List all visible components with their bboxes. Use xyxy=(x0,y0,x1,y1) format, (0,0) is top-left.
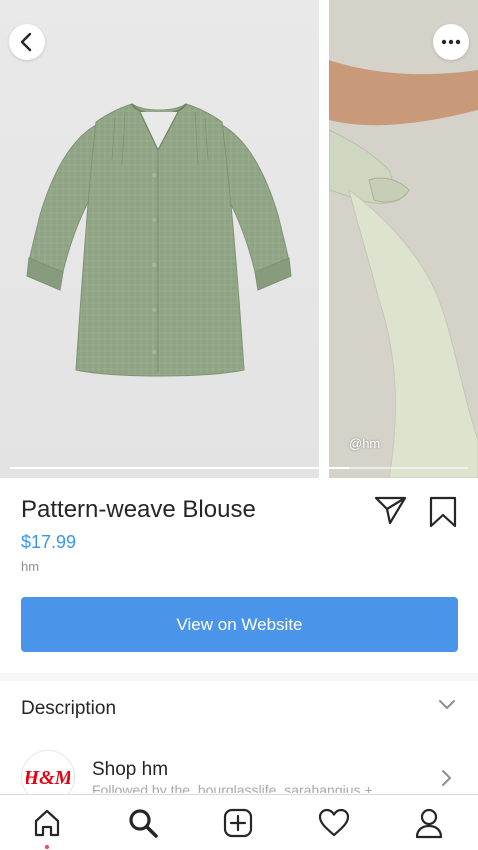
model-detail-illustration xyxy=(329,0,478,478)
product-image-gallery[interactable]: @hm xyxy=(0,0,478,478)
shop-name[interactable]: Shop hm xyxy=(92,759,168,781)
search-icon xyxy=(129,809,158,838)
save-button[interactable] xyxy=(428,496,458,533)
chevron-right-icon xyxy=(442,770,451,786)
back-button[interactable] xyxy=(9,24,45,60)
shop-chevron[interactable] xyxy=(440,769,452,792)
blouse-illustration xyxy=(26,103,292,377)
description-expand-button[interactable] xyxy=(437,698,457,717)
home-active-indicator xyxy=(45,845,49,849)
chevron-down-icon xyxy=(439,700,455,709)
bookmark-icon xyxy=(429,496,457,528)
section-divider xyxy=(0,673,478,681)
heart-icon xyxy=(318,808,350,837)
product-image-detail xyxy=(329,0,478,478)
more-options-button[interactable] xyxy=(433,24,469,60)
tab-profile[interactable] xyxy=(411,805,447,841)
merchant-name[interactable]: hm xyxy=(21,559,39,574)
chevron-left-icon xyxy=(20,32,32,52)
more-dots-icon xyxy=(441,39,461,45)
new-post-icon xyxy=(223,808,253,838)
product-price: $17.99 xyxy=(21,532,77,552)
tab-search[interactable] xyxy=(125,805,161,841)
tab-new-post[interactable] xyxy=(220,805,256,841)
bottom-tab-bar xyxy=(0,794,478,850)
product-image-front xyxy=(0,0,319,478)
tab-activity[interactable] xyxy=(316,805,352,841)
image-watermark: @hm xyxy=(349,436,381,451)
shop-followed-by: Followed by the_hourglasslife, sarahangi… xyxy=(92,782,373,793)
description-toggle-label[interactable]: Description xyxy=(21,698,116,720)
tab-home[interactable] xyxy=(29,805,65,841)
slide-divider xyxy=(319,0,329,478)
svg-text:H&M: H&M xyxy=(26,767,70,789)
gallery-progress-fill xyxy=(10,467,349,469)
profile-icon xyxy=(415,808,443,839)
product-title: Pattern-weave Blouse xyxy=(21,496,256,523)
hm-logo: H&M xyxy=(26,767,70,789)
paper-plane-icon xyxy=(374,496,407,525)
home-icon xyxy=(34,809,60,837)
share-button[interactable] xyxy=(374,495,408,530)
view-on-website-button[interactable]: View on Website xyxy=(21,597,458,652)
